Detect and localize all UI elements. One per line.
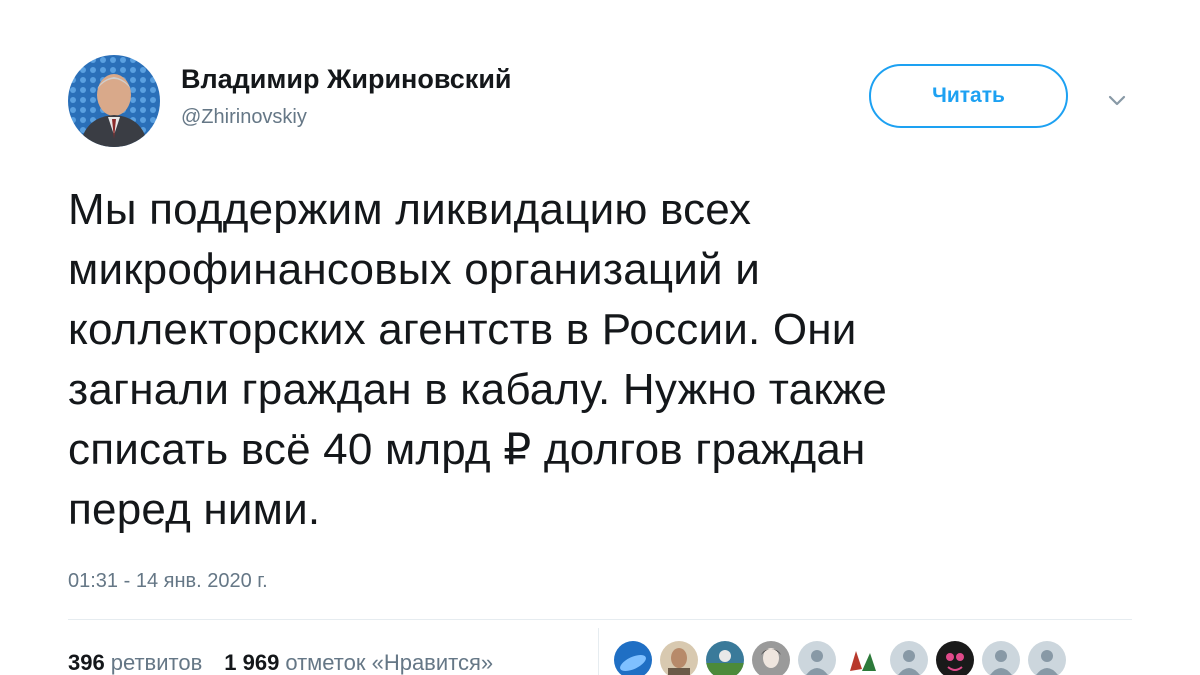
liker-avatar[interactable] — [706, 641, 744, 675]
liker-avatar[interactable] — [660, 641, 698, 675]
liker-avatar[interactable] — [982, 641, 1020, 675]
author-name[interactable]: Владимир Жириновский — [181, 64, 512, 95]
retweets-label: ретвитов — [110, 650, 203, 675]
chevron-down-icon[interactable] — [1104, 88, 1130, 114]
liker-avatar[interactable] — [890, 641, 928, 675]
tweet-card: Владимир Жириновский @Zhirinovskiy Читат… — [0, 0, 1200, 675]
stats-separator — [598, 628, 599, 675]
likes-label: отметок «Нравится» — [285, 650, 494, 675]
tweet-stats: 396 ретвитов 1 969 отметок «Нравится» — [68, 650, 515, 675]
likes-count: 1 969 — [224, 650, 280, 675]
liker-avatar[interactable] — [614, 641, 652, 675]
liker-avatar[interactable] — [1028, 641, 1066, 675]
author-avatar[interactable] — [68, 55, 160, 147]
tweet-timestamp[interactable]: 01:31 - 14 янв. 2020 г. — [68, 570, 268, 593]
liker-avatar[interactable] — [752, 641, 790, 675]
liker-avatar[interactable] — [798, 641, 836, 675]
liker-avatar[interactable] — [844, 641, 882, 675]
author-handle[interactable]: @Zhirinovskiy — [181, 106, 307, 129]
liker-avatar[interactable] — [936, 641, 974, 675]
tweet-text: Мы поддержим ликвидацию всех микрофинанс… — [68, 185, 888, 534]
retweets-stat[interactable]: 396 ретвитов — [68, 650, 224, 675]
likes-stat[interactable]: 1 969 отметок «Нравится» — [224, 650, 515, 675]
divider — [68, 619, 1132, 620]
follow-button[interactable]: Читать — [869, 64, 1068, 128]
retweets-count: 396 — [68, 650, 105, 675]
